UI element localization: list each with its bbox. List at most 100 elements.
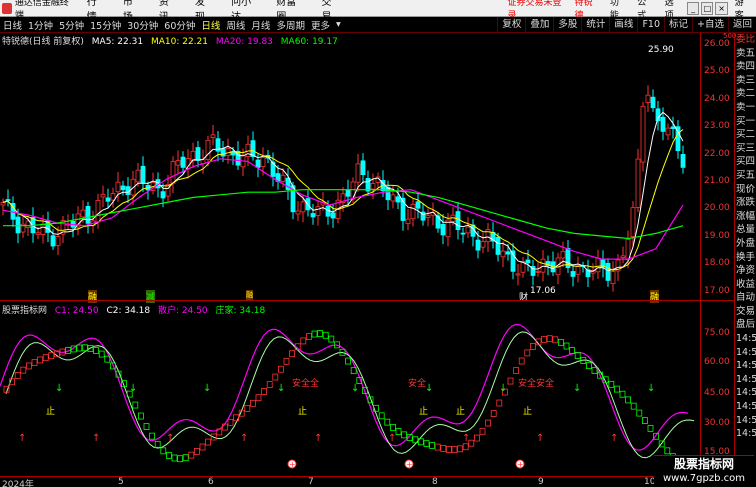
period-monthly[interactable]: 月线 bbox=[248, 18, 273, 32]
candle-body bbox=[225, 147, 231, 156]
up-arrow-icon: ↑ bbox=[388, 433, 396, 444]
date-tick: 2024年 bbox=[2, 480, 34, 487]
quote-panel-item: 总量 bbox=[736, 224, 756, 236]
price-chart[interactable]: 特锐德(日线 前复权) MA5: 22.31 MA10: 22.21 MA20:… bbox=[0, 33, 700, 303]
step-box bbox=[608, 380, 615, 388]
step-box bbox=[160, 447, 167, 455]
step-box bbox=[98, 350, 105, 358]
step-box bbox=[305, 333, 312, 340]
close-button[interactable]: × bbox=[715, 1, 728, 15]
candle-body bbox=[310, 213, 316, 218]
candle-body bbox=[5, 199, 11, 201]
tool-f10[interactable]: F10 bbox=[637, 16, 664, 33]
quote-panel-item: 14:50 bbox=[736, 360, 756, 372]
tool-back[interactable]: 返回 bbox=[727, 16, 756, 33]
tool-multi[interactable]: 多股 bbox=[553, 16, 581, 33]
candle-body bbox=[330, 212, 336, 219]
candle-body bbox=[605, 262, 611, 281]
indicator-name[interactable]: 股票指标网 bbox=[2, 306, 47, 316]
step-box bbox=[31, 359, 38, 367]
candle-body bbox=[500, 250, 506, 258]
step-box bbox=[193, 448, 200, 455]
candle-body bbox=[95, 200, 101, 223]
candle-body bbox=[680, 154, 686, 168]
maximize-button[interactable]: □ bbox=[701, 1, 714, 15]
candle-body bbox=[575, 266, 581, 275]
step-box bbox=[227, 418, 234, 426]
step-box bbox=[507, 377, 514, 385]
indicator-c1: C1: 24.50 bbox=[54, 306, 99, 316]
step-box bbox=[328, 335, 335, 343]
quote-panel-item[interactable]: 交易 bbox=[735, 305, 756, 319]
tool-mark[interactable]: 标记 bbox=[664, 16, 692, 33]
plus-icon: + bbox=[289, 460, 296, 469]
step-box bbox=[457, 445, 464, 453]
stop-label: 止 bbox=[419, 407, 429, 417]
candle-body bbox=[645, 94, 651, 103]
menu-bar: 通达信金融终端 行情 市场 资讯 发现 问小达 财富圈 交易 证券交易未登录 特… bbox=[0, 0, 756, 23]
period-1min[interactable]: 1分钟 bbox=[25, 18, 56, 32]
step-box bbox=[625, 396, 631, 404]
candle-body bbox=[495, 236, 501, 255]
step-box bbox=[490, 410, 497, 417]
period-daily[interactable]: 日线 bbox=[198, 18, 223, 32]
price-tick: 21.00 bbox=[704, 176, 730, 186]
tool-overlay[interactable]: 叠加 bbox=[525, 16, 553, 33]
step-box bbox=[272, 373, 279, 381]
candle-body bbox=[670, 126, 676, 129]
quote-panel-item[interactable]: 盘后 bbox=[735, 318, 756, 332]
step-box bbox=[20, 366, 27, 374]
period-30min[interactable]: 30分钟 bbox=[124, 18, 161, 32]
candle-body bbox=[410, 203, 416, 220]
period-weekly[interactable]: 周线 bbox=[223, 18, 248, 32]
period-60min[interactable]: 60分钟 bbox=[161, 18, 198, 32]
up-arrow-icon: ↑ bbox=[610, 433, 618, 444]
candle-body bbox=[465, 226, 471, 234]
candle-body bbox=[515, 273, 521, 276]
event-marker-3[interactable]: 融 bbox=[246, 290, 253, 300]
tool-stats[interactable]: 统计 bbox=[581, 16, 609, 33]
date-tick: 7 bbox=[308, 477, 314, 487]
indicator-tick: 60.00 bbox=[704, 357, 730, 367]
step-box bbox=[255, 394, 262, 402]
quote-panel-item: 卖五 bbox=[736, 47, 756, 59]
period-daily-left[interactable]: 日线 bbox=[0, 18, 25, 32]
indicator-chart[interactable]: ↑ ↓ ↑ ↓ ↑ ↓ ↑ ↓ ↑ ↓ ↑ ↓ ↑ ↓ ↑ ↓ ↑ ↓ + + + 股票指标网 C1: 24.50 C2… bbox=[0, 300, 700, 476]
step-box bbox=[451, 446, 458, 454]
down-arrow-icon: ↓ bbox=[573, 383, 581, 394]
step-box bbox=[434, 443, 441, 451]
period-15min[interactable]: 15分钟 bbox=[87, 18, 124, 32]
signal-label-3: 安全安全 bbox=[518, 379, 555, 389]
candle-body bbox=[345, 189, 351, 197]
quote-panel-item: 外盘 bbox=[736, 237, 756, 249]
tool-adjust[interactable]: 复权 bbox=[497, 16, 525, 33]
candle-body bbox=[190, 150, 196, 161]
minimize-button[interactable]: _ bbox=[687, 1, 700, 15]
price-tick: 22.00 bbox=[704, 149, 730, 159]
chevron-down-icon[interactable]: ▾ bbox=[333, 19, 344, 30]
indicator-legend: 股票指标网 C1: 24.50 C2: 34.18 散户: 24.50 庄家: … bbox=[2, 303, 270, 316]
candle-body bbox=[315, 206, 321, 216]
candle-body bbox=[85, 205, 91, 224]
signal-label-2: 安全 bbox=[408, 379, 427, 389]
period-more[interactable]: 更多 bbox=[308, 18, 333, 32]
period-multi[interactable]: 多周期 bbox=[273, 18, 308, 32]
period-5min[interactable]: 5分钟 bbox=[56, 18, 87, 32]
candle-body bbox=[220, 148, 226, 157]
step-box bbox=[619, 390, 626, 398]
step-box bbox=[289, 350, 296, 358]
tool-add-watch[interactable]: +自选 bbox=[692, 16, 728, 33]
step-box bbox=[518, 357, 525, 365]
tool-draw[interactable]: 画线 bbox=[609, 16, 637, 33]
step-box bbox=[395, 428, 402, 435]
quote-panel-item[interactable]: 自动 bbox=[735, 291, 756, 305]
candle-body bbox=[395, 196, 401, 203]
chart-title: 特锐德(日线 前复权) bbox=[2, 37, 84, 47]
quote-panel-item: 卖一 bbox=[736, 101, 756, 113]
candle-body bbox=[255, 159, 261, 168]
candlestick-svg bbox=[0, 85, 686, 292]
candle-body bbox=[120, 185, 126, 191]
candle-body bbox=[350, 181, 356, 200]
down-arrow-icon: ↓ bbox=[499, 383, 507, 394]
step-box bbox=[552, 336, 559, 344]
